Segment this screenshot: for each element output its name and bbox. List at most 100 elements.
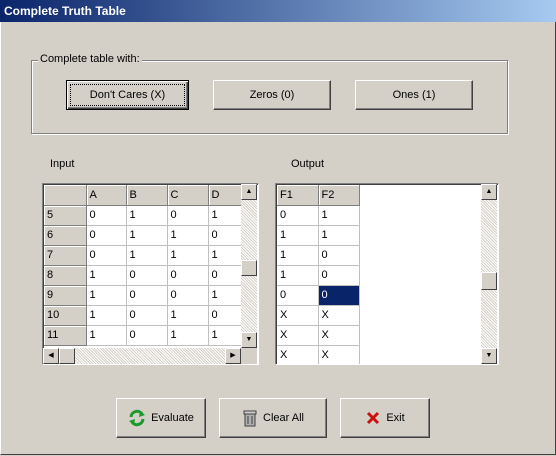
trash-icon: [243, 410, 257, 427]
group-legend: Complete table with:: [38, 53, 142, 65]
column-header[interactable]: D: [208, 185, 243, 206]
scroll-right-icon[interactable]: ▶: [225, 348, 241, 364]
close-icon: [367, 411, 380, 425]
table-cell[interactable]: 0: [208, 265, 243, 286]
table-cell[interactable]: 1: [167, 305, 209, 326]
table-cell[interactable]: 0: [86, 205, 127, 226]
column-header[interactable]: F2: [318, 185, 360, 206]
table-cell[interactable]: 1: [86, 285, 127, 306]
table-cell[interactable]: X: [277, 345, 319, 364]
input-table: A B C D 5 0 1 0 1 6 0 1 1 0 7 0 1 1 1 8 1 0 0 0 9 1 0 0 1 10 1 0 1 0 11 1 0 1…: [44, 185, 243, 346]
table-cell[interactable]: 1: [318, 225, 360, 246]
table-cell[interactable]: 1: [208, 285, 243, 306]
table-row: 70111: [44, 245, 243, 266]
table-cell[interactable]: 1: [86, 305, 127, 326]
table-cell[interactable]: 1: [86, 325, 127, 346]
scroll-thumb[interactable]: [241, 260, 257, 276]
scroll-left-icon[interactable]: ◀: [43, 348, 59, 364]
table-cell[interactable]: X: [277, 305, 319, 326]
clear-all-button[interactable]: Clear All: [219, 398, 327, 438]
table-cell[interactable]: 0: [208, 225, 243, 246]
scroll-corner: [241, 348, 257, 364]
table-cell[interactable]: 0: [167, 265, 209, 286]
table-row: 81000: [44, 265, 243, 286]
column-header[interactable]: B: [126, 185, 168, 206]
table-cell[interactable]: 0: [86, 245, 127, 266]
row-header[interactable]: 10: [44, 305, 87, 326]
table-cell[interactable]: 1: [126, 205, 168, 226]
table-cell[interactable]: 0: [277, 285, 319, 306]
table-cell[interactable]: 1: [277, 245, 319, 266]
column-header[interactable]: C: [167, 185, 209, 206]
window-title: Complete Truth Table: [4, 4, 126, 18]
table-cell[interactable]: 1: [208, 325, 243, 346]
table-cell[interactable]: 0: [126, 325, 168, 346]
table-cell[interactable]: X: [318, 325, 360, 346]
row-header[interactable]: 9: [44, 285, 87, 306]
dont-cares-button[interactable]: Don't Cares (X): [66, 80, 189, 110]
table-cell[interactable]: 1: [86, 265, 127, 286]
exit-label: Exit: [386, 412, 405, 424]
scroll-down-icon[interactable]: ▼: [481, 348, 497, 364]
clear-all-label: Clear All: [263, 412, 304, 424]
ones-button[interactable]: Ones (1): [355, 80, 473, 110]
table-cell[interactable]: 0: [318, 265, 360, 286]
scroll-down-icon[interactable]: ▼: [241, 332, 257, 348]
row-header[interactable]: 5: [44, 205, 87, 226]
table-cell[interactable]: 1: [167, 325, 209, 346]
table-row: 01: [277, 205, 360, 226]
table-cell[interactable]: X: [277, 325, 319, 346]
table-cell[interactable]: 1: [167, 225, 209, 246]
input-label: Input: [50, 158, 75, 170]
table-row: 11 1 0 1 1: [44, 325, 243, 346]
exit-button[interactable]: Exit: [340, 398, 430, 438]
table-cell[interactable]: 0: [126, 305, 168, 326]
table-cell[interactable]: 1: [277, 225, 319, 246]
row-header[interactable]: 7: [44, 245, 87, 266]
table-cell[interactable]: 0: [167, 205, 209, 226]
table-row: XX: [277, 345, 360, 364]
table-row: 10: [277, 245, 360, 266]
table-cell[interactable]: 1: [126, 245, 168, 266]
table-cell[interactable]: X: [318, 305, 360, 326]
table-cell[interactable]: 0: [318, 245, 360, 266]
output-vertical-scrollbar[interactable]: ▲ ▼: [481, 184, 497, 364]
scroll-thumb[interactable]: [481, 272, 497, 290]
evaluate-button[interactable]: Evaluate: [116, 398, 206, 438]
table-cell[interactable]: 1: [208, 205, 243, 226]
table-cell[interactable]: 0: [126, 265, 168, 286]
column-header[interactable]: A: [86, 185, 127, 206]
table-row: 91001: [44, 285, 243, 306]
corner-header[interactable]: [44, 185, 87, 206]
column-header[interactable]: F1: [277, 185, 319, 206]
table-row: 60110: [44, 225, 243, 246]
table-row: XX: [277, 325, 360, 346]
input-grid[interactable]: A B C D 5 0 1 0 1 6 0 1 1 0 7 0 1 1 1 8 1 0 0 0 9 1 0 0 1 10 1 0 1 0 11 1 0 1…: [42, 183, 259, 365]
table-row: 50101: [44, 205, 243, 226]
table-cell[interactable]: 1: [318, 205, 360, 226]
table-cell[interactable]: 0: [126, 285, 168, 306]
table-cell[interactable]: 0: [167, 285, 209, 306]
table-cell[interactable]: 0: [318, 285, 360, 306]
scroll-up-icon[interactable]: ▲: [241, 184, 257, 200]
table-cell[interactable]: 0: [277, 205, 319, 226]
output-grid[interactable]: F1 F2 0 1 1 1 1 0 1 0 0 0 X X X X X X ▲ ▼: [275, 183, 499, 365]
table-cell[interactable]: X: [318, 345, 360, 364]
input-horizontal-scrollbar[interactable]: ◀ ▶: [43, 348, 241, 364]
table-row: 00: [277, 285, 360, 306]
table-cell[interactable]: 1: [208, 245, 243, 266]
row-header[interactable]: 11: [44, 325, 87, 346]
zeros-button[interactable]: Zeros (0): [213, 80, 331, 110]
table-cell[interactable]: 1: [167, 245, 209, 266]
row-header[interactable]: 8: [44, 265, 87, 286]
scroll-up-icon[interactable]: ▲: [481, 184, 497, 200]
table-cell[interactable]: 0: [208, 305, 243, 326]
table-cell[interactable]: 1: [126, 225, 168, 246]
table-cell[interactable]: 0: [86, 225, 127, 246]
output-table: F1 F2 0 1 1 1 1 0 1 0 0 0 X X X X X X: [277, 185, 360, 364]
input-vertical-scrollbar[interactable]: ▲ ▼: [241, 184, 257, 348]
scroll-thumb[interactable]: [59, 348, 75, 364]
table-cell[interactable]: 1: [277, 265, 319, 286]
table-row: 11: [277, 225, 360, 246]
row-header[interactable]: 6: [44, 225, 87, 246]
